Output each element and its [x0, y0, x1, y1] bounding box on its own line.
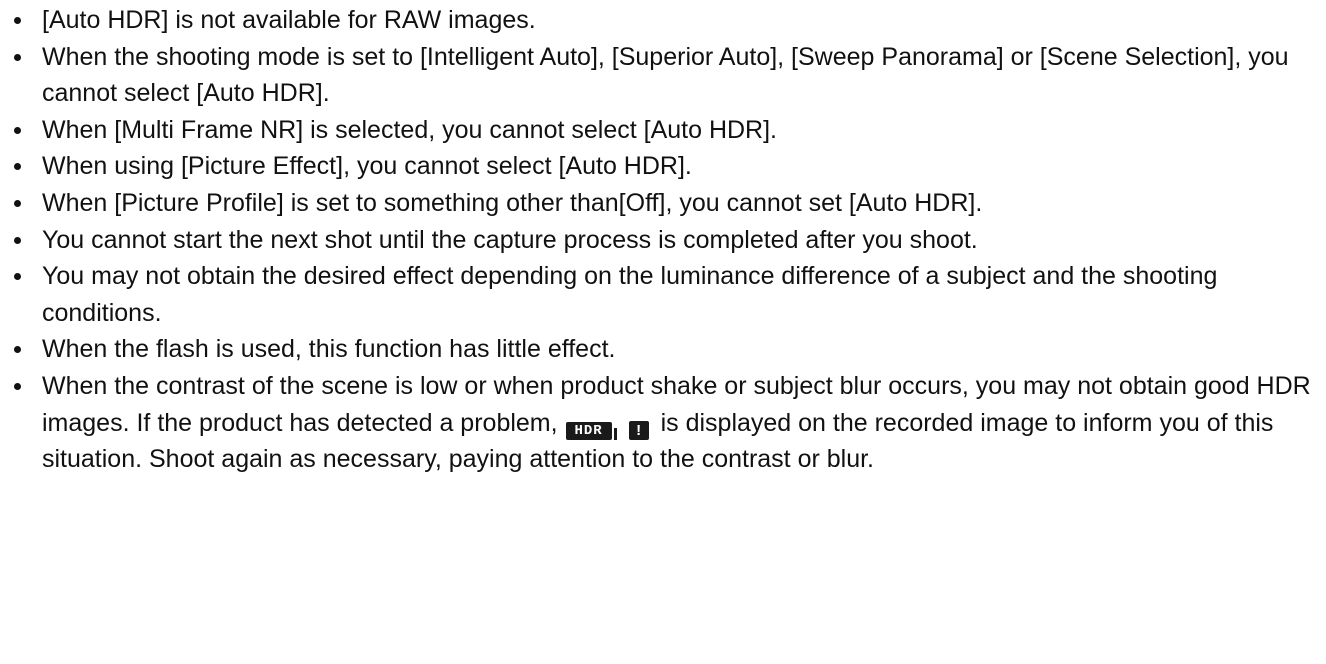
bullet-icon — [14, 199, 21, 207]
bullet-icon — [14, 163, 21, 171]
bullet-icon — [14, 17, 21, 24]
note-text: When [Picture Profile] is set to somethi… — [42, 188, 983, 217]
note-text: When [Multi Frame NR] is selected, you c… — [42, 115, 777, 144]
bullet-icon — [14, 236, 21, 244]
note-text: When the flash is used, this function ha… — [42, 335, 616, 364]
note-text: You may not obtain the desired effect de… — [42, 262, 1218, 327]
note-item: When using [Picture Effect], you cannot … — [0, 148, 1320, 185]
note-item: When [Multi Frame NR] is selected, you c… — [0, 112, 1320, 149]
note-item: You may not obtain the desired effect de… — [0, 258, 1320, 331]
note-text: When the shooting mode is set to [Intell… — [42, 42, 1289, 108]
note-item: When the flash is used, this function ha… — [0, 331, 1320, 368]
hdr-warning-icon: HDR! — [565, 419, 649, 440]
note-text: You cannot start the next shot until the… — [42, 225, 978, 254]
note-item: You cannot start the next shot until the… — [0, 222, 1320, 259]
bullet-icon — [14, 126, 21, 134]
hdr-icon-tick — [613, 427, 617, 440]
note-item: [Auto HDR] is not available for RAW imag… — [0, 2, 1320, 39]
bullet-icon — [14, 273, 21, 281]
note-text: [Auto HDR] is not available for RAW imag… — [42, 6, 536, 34]
bullet-icon — [14, 53, 21, 61]
warning-icon-label: ! — [628, 420, 649, 440]
bullet-icon — [14, 346, 21, 354]
note-item: When [Picture Profile] is set to somethi… — [0, 185, 1320, 222]
bullet-icon — [14, 382, 21, 390]
note-item: When the shooting mode is set to [Intell… — [0, 39, 1320, 112]
note-text: When using [Picture Effect], you cannot … — [42, 152, 692, 181]
notes-list: [Auto HDR] is not available for RAW imag… — [0, 2, 1320, 478]
hdr-icon-label: HDR — [565, 421, 612, 440]
note-item: When the contrast of the scene is low or… — [0, 368, 1320, 478]
